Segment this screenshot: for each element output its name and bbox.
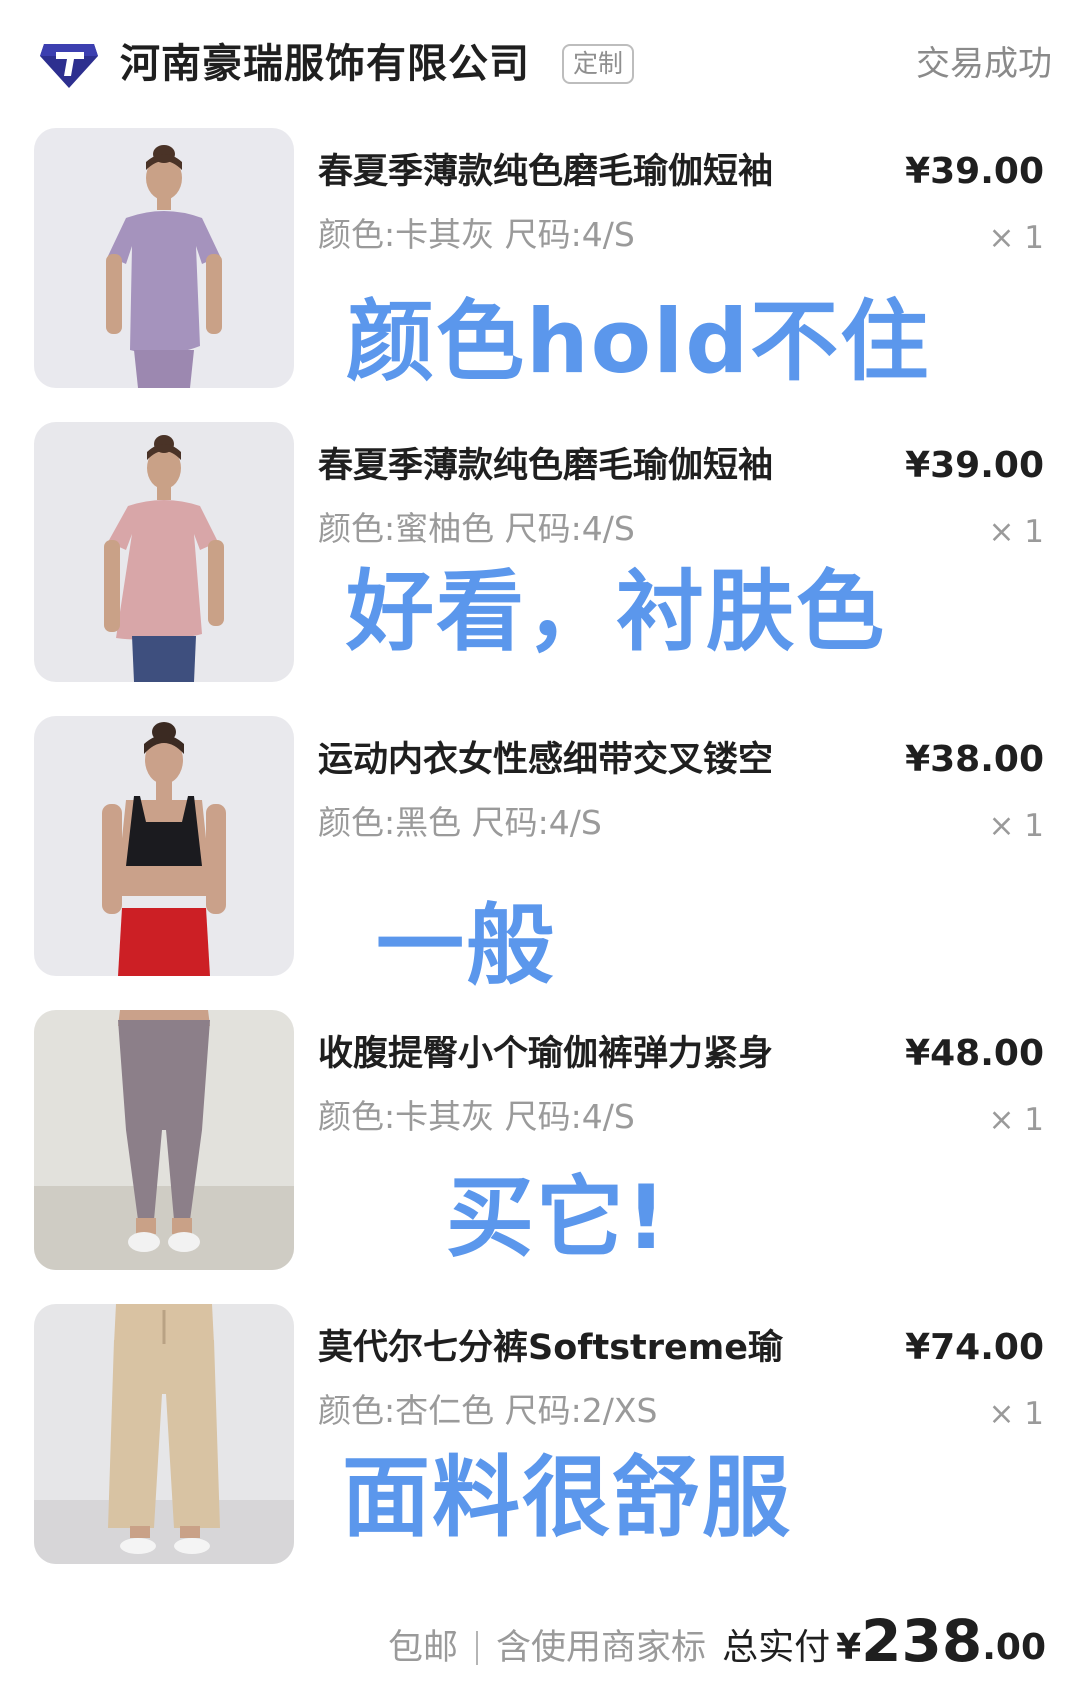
product-image-grey-leggings[interactable] bbox=[34, 1010, 294, 1270]
product-quantity: × 1 bbox=[988, 808, 1044, 844]
product-spec: 颜色:卡其灰 尺码:4/S bbox=[318, 1097, 635, 1136]
brand-label-note: 含使用商家标 bbox=[496, 1628, 707, 1668]
product-price: ¥48.00 bbox=[905, 1033, 1044, 1074]
product-quantity: × 1 bbox=[988, 514, 1044, 550]
free-shipping-note: 包邮 bbox=[388, 1628, 459, 1668]
custom-tag-badge: 定制 bbox=[562, 44, 635, 84]
footer-divider bbox=[476, 1631, 479, 1665]
product-quantity: × 1 bbox=[988, 1102, 1044, 1138]
product-image-pink-tshirt[interactable] bbox=[34, 422, 294, 682]
product-price: ¥38.00 bbox=[905, 739, 1044, 780]
product-title[interactable]: 莫代尔七分裤Softstreme瑜 bbox=[318, 1324, 858, 1372]
review-annotation: 好看，衬肤色 bbox=[346, 560, 887, 663]
total-currency: ¥ bbox=[836, 1627, 862, 1668]
shop-name[interactable]: 河南豪瑞服饰有限公司 bbox=[120, 38, 530, 90]
product-spec: 颜色:黑色 尺码:4/S bbox=[318, 803, 602, 842]
order-footer: 包邮 含使用商家标 总实付 ¥ 238 .00 bbox=[0, 1592, 1080, 1676]
review-annotation: 一般 bbox=[376, 894, 557, 997]
product-title[interactable]: 春夏季薄款纯色磨毛瑜伽短袖 bbox=[318, 442, 858, 490]
total-amount-decimal: .00 bbox=[982, 1627, 1046, 1668]
product-price: ¥39.00 bbox=[905, 151, 1044, 192]
product-image-lilac-tshirt[interactable] bbox=[34, 128, 294, 388]
review-annotation: 买它! bbox=[446, 1166, 669, 1269]
product-title[interactable]: 运动内衣女性感细带交叉镂空 bbox=[318, 736, 858, 784]
product-price: ¥74.00 bbox=[905, 1327, 1044, 1368]
total-paid-label: 总实付 bbox=[722, 1627, 831, 1668]
product-spec: 颜色:蜜柚色 尺码:4/S bbox=[318, 509, 635, 548]
order-status: 交易成功 bbox=[916, 44, 1052, 84]
review-annotation: 面料很舒服 bbox=[342, 1446, 793, 1549]
product-image-black-bra[interactable] bbox=[34, 716, 294, 976]
product-image-almond-pants[interactable] bbox=[34, 1304, 294, 1564]
product-price: ¥39.00 bbox=[905, 445, 1044, 486]
product-spec: 颜色:卡其灰 尺码:4/S bbox=[318, 215, 635, 254]
order-header: 河南豪瑞服饰有限公司 定制 交易成功 bbox=[0, 0, 1080, 120]
total-amount-integer: 238 bbox=[861, 1607, 983, 1675]
diamond-logo-icon[interactable] bbox=[38, 38, 100, 90]
product-quantity: × 1 bbox=[988, 1396, 1044, 1432]
product-title[interactable]: 春夏季薄款纯色磨毛瑜伽短袖 bbox=[318, 148, 858, 196]
product-spec: 颜色:杏仁色 尺码:2/XS bbox=[318, 1391, 658, 1430]
order-summary: 包邮 含使用商家标 总实付 ¥ 238 .00 bbox=[388, 1592, 1046, 1676]
product-quantity: × 1 bbox=[988, 220, 1044, 256]
review-annotation: 颜色hold不住 bbox=[346, 290, 931, 393]
product-title[interactable]: 收腹提臀小个瑜伽裤弹力紧身 bbox=[318, 1030, 858, 1078]
